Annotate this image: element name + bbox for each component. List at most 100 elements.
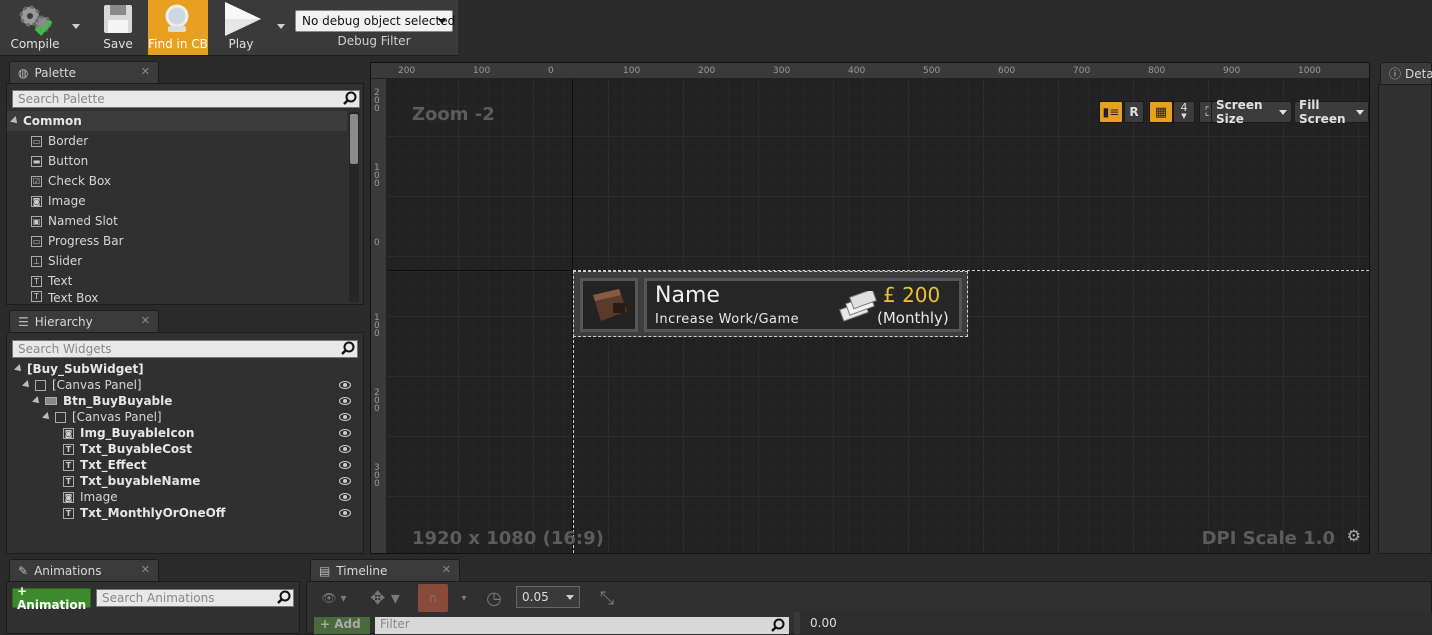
save-label: Save (103, 37, 133, 51)
debug-filter-label: Debug Filter (337, 34, 411, 48)
visibility-eye-icon[interactable] (339, 397, 351, 405)
compile-label: Compile (10, 37, 60, 51)
chevron-down-icon (566, 595, 574, 600)
palette-item-label: Progress Bar (48, 234, 124, 248)
hierarchy-item[interactable]: T Txt_BuyableCost (63, 441, 357, 457)
hierarchy-item[interactable]: Btn_BuyBuyable (32, 393, 357, 409)
palette-item-label: Named Slot (48, 214, 118, 228)
tab-animations[interactable]: ✎ Animations ✕ (9, 559, 159, 581)
hierarchy-item[interactable]: T Txt_buyableName (63, 473, 357, 489)
money-stack-icon (839, 291, 877, 322)
expand-arrow-icon[interactable] (42, 412, 52, 422)
curve-snap-icon[interactable]: ⤡ (592, 584, 622, 612)
layout-transform-toggle[interactable]: ▮≡ (1099, 101, 1123, 123)
hierarchy-item[interactable]: [Buy_SubWidget] (14, 361, 357, 377)
save-button[interactable]: Save (92, 0, 144, 55)
fill-screen-dropdown[interactable]: Fill Screen (1294, 98, 1369, 126)
visibility-eye-icon[interactable] (339, 445, 351, 453)
play-options-chevron-down-icon[interactable] (277, 24, 285, 29)
eye-visibility-icon[interactable]: 👁 ▾ (316, 584, 352, 612)
palette-item[interactable]: T Text (31, 271, 331, 291)
buy-subwidget-preview[interactable]: Name Increase Work/Game £ 200 (Monthly) (573, 271, 968, 337)
tab-hierarchy[interactable]: ☰ Hierarchy ✕ (9, 310, 159, 332)
expand-arrow-icon (10, 116, 20, 126)
close-icon[interactable]: ✕ (442, 563, 451, 576)
palette-item[interactable]: T Text Box (31, 291, 331, 307)
tab-timeline[interactable]: ▤ Timeline ✕ (310, 559, 460, 581)
chevron-down-icon[interactable]: ▾ (456, 584, 472, 612)
hierarchy-item[interactable]: T Txt_MonthlyOrOneOff (63, 505, 357, 521)
fill-screen-label: Fill Screen (1299, 98, 1346, 126)
palette-scrollbar[interactable] (349, 112, 359, 302)
palette-item[interactable]: ▭ Border (31, 131, 331, 151)
animations-search-input[interactable]: Search Animations (96, 589, 294, 607)
expand-arrow-icon[interactable] (32, 396, 42, 406)
ruler-tick-label: 900 (1223, 66, 1241, 76)
visibility-eye-icon[interactable] (339, 461, 351, 469)
respect-locks-toggle[interactable]: R (1124, 101, 1144, 123)
find-in-cb-button[interactable]: Find in CB (148, 0, 208, 55)
play-button[interactable]: Play (214, 0, 268, 55)
hierarchy-item[interactable]: T Txt_Effect (63, 457, 357, 473)
tab-palette[interactable]: ◍ Palette ✕ (9, 61, 159, 83)
hierarchy-search-input[interactable]: Search Widgets (12, 340, 358, 358)
timeline-filter-input[interactable]: Filter (375, 617, 789, 634)
hierarchy-item[interactable]: ◙ Img_BuyableIcon (63, 425, 357, 441)
hierarchy-panel: Search Widgets [Buy_SubWidget] [Canvas Pa… (6, 332, 364, 554)
ruler-tick-label: 500 (923, 66, 941, 76)
compile-options-chevron-down-icon[interactable] (72, 24, 80, 29)
chevron-down-icon (438, 19, 446, 24)
palette-item[interactable]: ▬ Button (31, 151, 331, 171)
debug-object-select[interactable]: No debug object selected (295, 10, 455, 32)
palette-category-common[interactable]: Common (7, 111, 347, 131)
palette-tab-label: Palette (34, 65, 77, 80)
palette-scrollbar-thumb[interactable] (350, 114, 358, 164)
progress-bar-icon: ▭ (31, 235, 42, 247)
animation-icon: ✎ (18, 563, 29, 578)
hierarchy-item-label: Txt_buyableName (80, 474, 201, 488)
buyable-info-frame[interactable]: Name Increase Work/Game £ 200 (Monthly) (644, 278, 962, 332)
zoom-level-label: Zoom -2 (412, 104, 495, 125)
buyable-icon-frame[interactable] (580, 278, 638, 332)
visibility-eye-icon[interactable] (339, 413, 351, 421)
compile-button[interactable]: Compile (6, 0, 64, 55)
designer-grid[interactable]: Zoom -2 1920 x 1080 (16:9) DPI Scale 1.0… (387, 79, 1369, 553)
palette-item-label: Check Box (48, 174, 112, 188)
close-icon[interactable]: ✕ (141, 65, 150, 78)
close-icon[interactable]: ✕ (141, 314, 150, 327)
palette-item[interactable]: ⊥ Slider (31, 251, 331, 271)
palette-item[interactable]: ☑ Check Box (31, 171, 331, 191)
r-label: R (1129, 105, 1139, 119)
palette-item[interactable]: ▭ Progress Bar (31, 231, 331, 251)
grid-snap-toggle[interactable]: ▦ (1149, 101, 1173, 123)
close-icon[interactable]: ✕ (141, 563, 150, 576)
designer-viewport[interactable]: 200 100 0 100 200 300 400 500 600 700 800 900 1000 2… (370, 62, 1370, 554)
expand-arrow-icon[interactable] (14, 364, 24, 374)
magnet-snap-icon[interactable]: ∩ (418, 584, 448, 612)
chevron-down-icon: ▼ (1181, 112, 1187, 120)
add-animation-button[interactable]: + Animation (12, 584, 91, 612)
visibility-eye-icon[interactable] (339, 509, 351, 517)
timeline-track-area[interactable]: 0.00 (794, 612, 1432, 634)
screen-size-dropdown[interactable]: Screen Size (1211, 98, 1292, 126)
hierarchy-item[interactable]: ◙ Image (63, 489, 357, 505)
hierarchy-item[interactable]: [Canvas Panel] (42, 409, 357, 425)
visibility-eye-icon[interactable] (339, 477, 351, 485)
grid-snap-value-dropdown[interactable]: 4 ▼ (1173, 101, 1195, 123)
text-icon: T (63, 443, 74, 455)
move-transform-icon[interactable]: ✥ ▾ (366, 584, 404, 612)
time-step-select[interactable]: 0.05 (516, 586, 580, 608)
visibility-eye-icon[interactable] (339, 381, 351, 389)
ruler-tick-label: 1000 (1298, 66, 1321, 76)
tab-details[interactable]: ⓘ Deta (1380, 62, 1432, 84)
add-track-button[interactable]: + Add (314, 617, 370, 634)
hierarchy-item[interactable]: [Canvas Panel] (22, 377, 357, 393)
expand-arrow-icon[interactable] (22, 380, 32, 390)
visibility-eye-icon[interactable] (339, 429, 351, 437)
palette-search-input[interactable]: Search Palette (12, 90, 360, 108)
gear-icon[interactable]: ⚙ (1347, 526, 1361, 545)
palette-item[interactable]: ◙ Image (31, 191, 331, 211)
visibility-eye-icon[interactable] (339, 493, 351, 501)
palette-item[interactable]: ▣ Named Slot (31, 211, 331, 231)
clock-icon[interactable]: ◷ (480, 584, 508, 612)
